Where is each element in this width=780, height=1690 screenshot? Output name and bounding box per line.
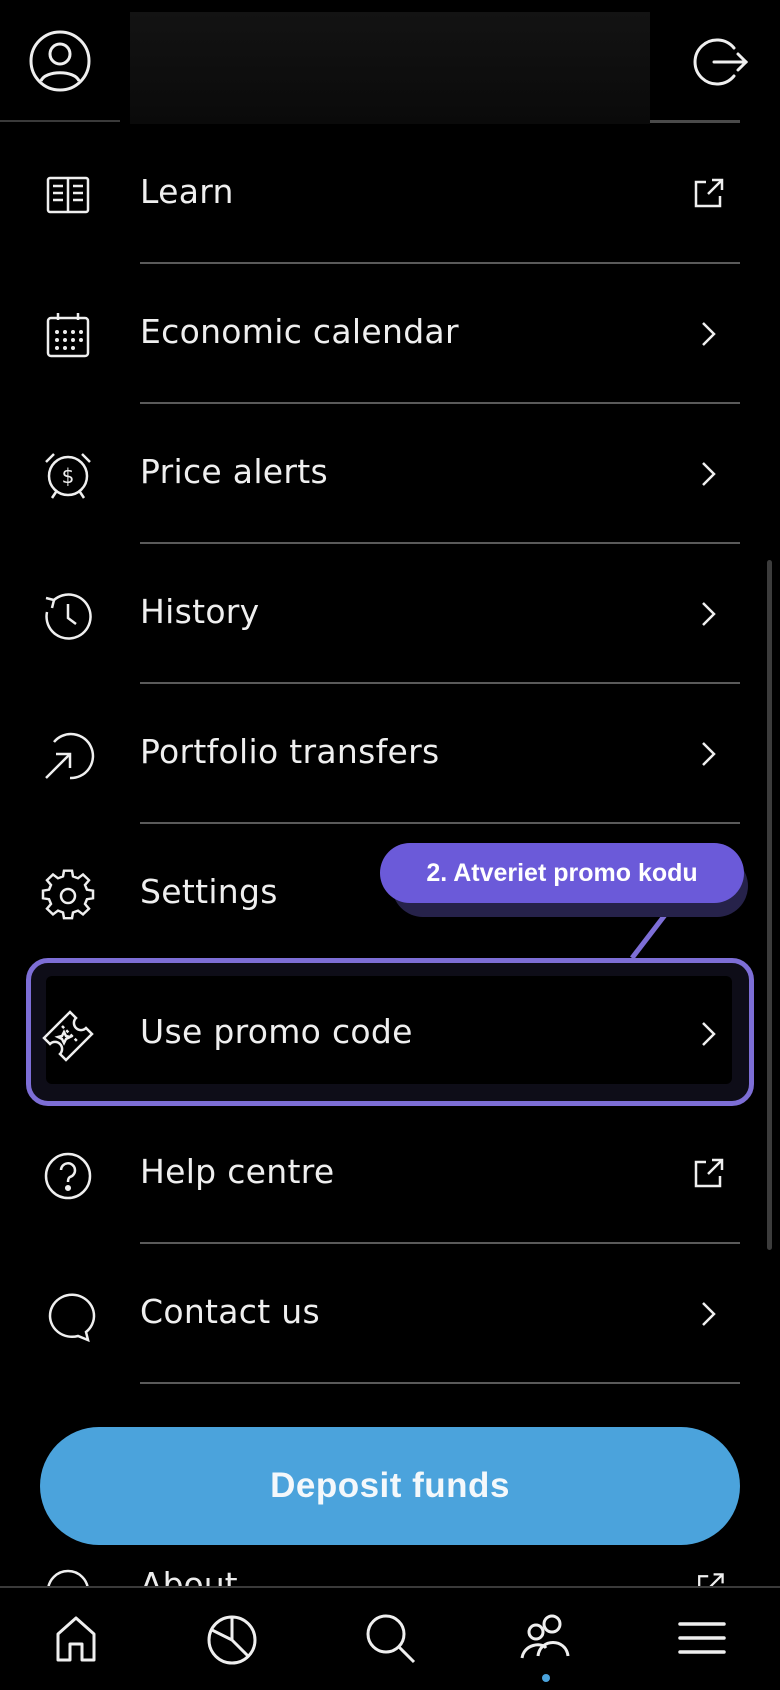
menu-item-label: Settings bbox=[140, 872, 278, 911]
ticket-icon bbox=[40, 1008, 96, 1064]
menu-item-label: Price alerts bbox=[140, 452, 328, 491]
menu-item-help-centre[interactable]: Help centre bbox=[0, 1104, 780, 1244]
home-icon[interactable] bbox=[48, 1610, 104, 1666]
calendar-icon bbox=[40, 308, 96, 364]
gear-icon bbox=[40, 868, 96, 924]
menu-item-label: Economic calendar bbox=[140, 312, 459, 351]
menu-item-portfolio-transfers[interactable]: Portfolio transfers bbox=[0, 684, 780, 824]
header-divider-left bbox=[0, 120, 120, 122]
svg-text:$: $ bbox=[62, 464, 75, 488]
chevron-right-icon bbox=[688, 734, 728, 774]
menu-item-label: Portfolio transfers bbox=[140, 732, 440, 771]
tutorial-tooltip: 2. Atveriet promo kodu bbox=[380, 843, 744, 903]
transfer-icon bbox=[40, 728, 96, 784]
search-icon[interactable] bbox=[362, 1610, 418, 1666]
chat-bubble-icon bbox=[40, 1288, 96, 1344]
menu-item-history[interactable]: History bbox=[0, 544, 780, 684]
menu-item-learn[interactable]: Learn bbox=[0, 124, 780, 264]
menu-item-economic-calendar[interactable]: Economic calendar bbox=[0, 264, 780, 404]
menu-item-contact-us[interactable]: Contact us bbox=[0, 1244, 780, 1384]
question-icon bbox=[40, 1148, 96, 1204]
chevron-right-icon bbox=[688, 1014, 728, 1054]
scrollbar[interactable] bbox=[767, 560, 772, 1250]
chevron-right-icon bbox=[688, 1294, 728, 1334]
menu-item-price-alerts[interactable]: $ Price alerts bbox=[0, 404, 780, 544]
logout-icon[interactable] bbox=[690, 32, 750, 92]
menu-icon[interactable] bbox=[674, 1610, 730, 1666]
active-tab-indicator bbox=[542, 1674, 550, 1682]
menu-item-label: Help centre bbox=[140, 1152, 335, 1191]
book-icon bbox=[40, 168, 96, 224]
user-circle-icon[interactable] bbox=[27, 28, 93, 94]
chevron-right-icon bbox=[688, 454, 728, 494]
deposit-funds-button[interactable]: Deposit funds bbox=[40, 1427, 740, 1545]
menu-item-label: Learn bbox=[140, 172, 234, 211]
menu-item-label: Use promo code bbox=[140, 1012, 413, 1051]
header-divider-right bbox=[650, 120, 740, 123]
menu-item-use-promo-code[interactable]: Use promo code bbox=[0, 964, 780, 1104]
external-link-icon bbox=[688, 174, 728, 214]
menu-item-about[interactable]: About bbox=[0, 1555, 780, 1587]
external-link-icon bbox=[688, 1154, 728, 1194]
top-bar bbox=[0, 0, 780, 124]
portfolio-pie-icon[interactable] bbox=[204, 1610, 260, 1666]
history-icon bbox=[40, 588, 96, 644]
community-icon[interactable] bbox=[518, 1610, 574, 1666]
account-header-blurred bbox=[130, 12, 650, 124]
chevron-right-icon bbox=[688, 314, 728, 354]
alarm-dollar-icon: $ bbox=[40, 448, 96, 504]
menu-item-label: About bbox=[140, 1565, 238, 1587]
divider bbox=[140, 1382, 740, 1384]
chevron-right-icon bbox=[688, 594, 728, 634]
bottom-navigation bbox=[0, 1586, 780, 1690]
menu-item-label: Contact us bbox=[140, 1292, 320, 1331]
external-link-icon bbox=[692, 1569, 728, 1587]
menu-item-label: History bbox=[140, 592, 260, 631]
info-icon bbox=[44, 1567, 92, 1587]
